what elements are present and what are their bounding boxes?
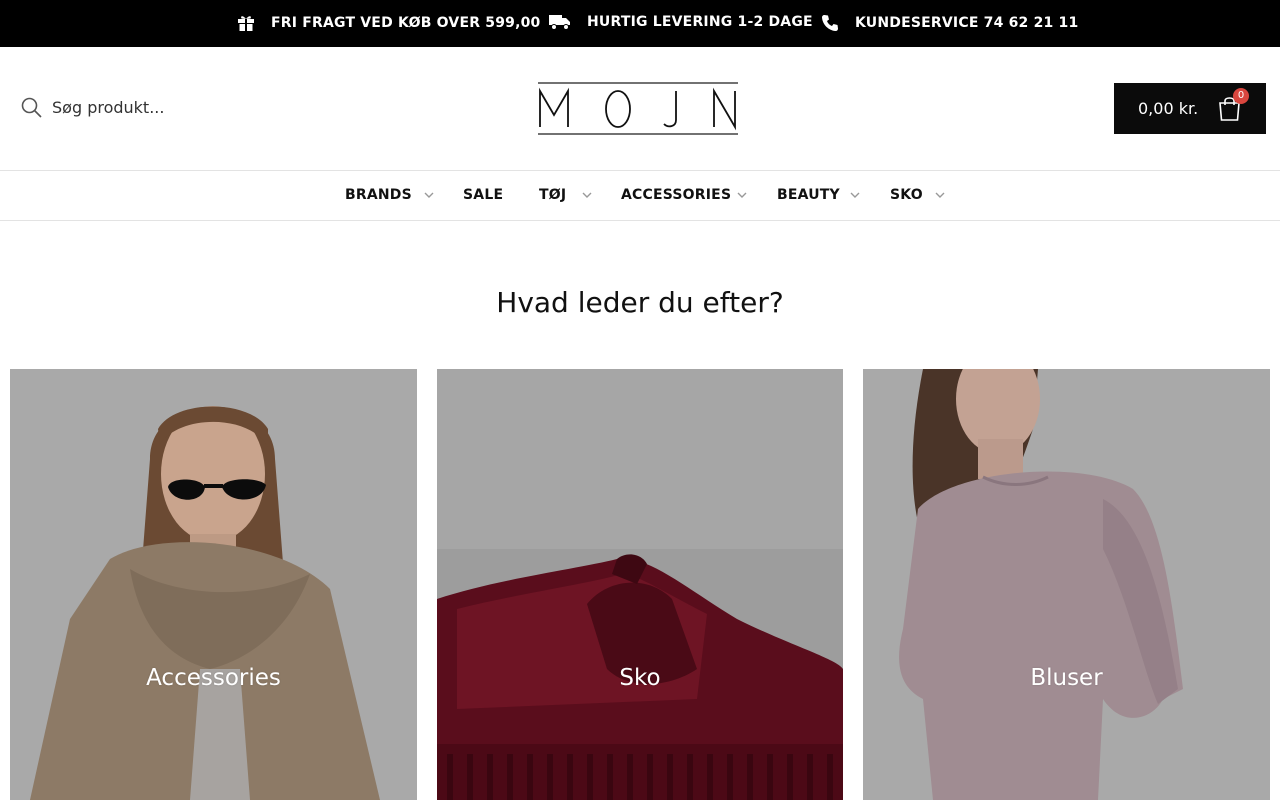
site-logo[interactable] — [538, 82, 738, 135]
nav-item-beauty[interactable]: BEAUTY — [777, 187, 840, 203]
chevron-down-icon[interactable] — [737, 192, 747, 199]
category-image — [863, 369, 1270, 800]
announcement-text: FRI FRAGT VED KØB OVER 599,00 — [271, 15, 541, 31]
chevron-down-icon[interactable] — [424, 192, 434, 199]
gift-icon — [238, 16, 254, 31]
site-header: 0,00 kr. 0 — [0, 47, 1280, 171]
chevron-down-icon[interactable] — [582, 192, 592, 199]
category-card-sko[interactable]: Sko — [437, 369, 843, 800]
announcement-fast-delivery: HURTIG LEVERING 1-2 DAGE — [549, 14, 813, 30]
category-card-bluser[interactable]: Bluser — [863, 369, 1270, 800]
announcement-customer-service[interactable]: KUNDESERVICE 74 62 21 11 — [821, 14, 1078, 32]
announcement-text: HURTIG LEVERING 1-2 DAGE — [587, 14, 813, 30]
category-card-accessories[interactable]: Accessories — [10, 369, 417, 800]
nav-item-brands[interactable]: BRANDS — [345, 187, 412, 203]
category-image — [437, 369, 843, 800]
nav-item-toj[interactable]: TØJ — [539, 187, 566, 203]
category-label: Bluser — [1030, 665, 1103, 691]
cart-amount: 0,00 kr. — [1138, 99, 1199, 118]
search-icon[interactable] — [21, 97, 42, 118]
category-label: Sko — [619, 665, 661, 691]
announcement-bar: FRI FRAGT VED KØB OVER 599,00 HURTIG LEV… — [0, 0, 1280, 47]
search-input[interactable] — [52, 98, 272, 117]
category-image — [10, 369, 417, 800]
truck-icon — [549, 15, 570, 30]
category-label: Accessories — [146, 665, 281, 691]
cart-count-badge: 0 — [1233, 88, 1249, 104]
nav-item-accessories[interactable]: ACCESSORIES — [621, 187, 731, 203]
chevron-down-icon[interactable] — [850, 192, 860, 199]
section-title: Hvad leder du efter? — [496, 286, 784, 319]
phone-icon — [822, 15, 838, 31]
search-bar[interactable] — [21, 97, 272, 118]
nav-item-sko[interactable]: SKO — [890, 187, 923, 203]
cart-button[interactable]: 0,00 kr. 0 — [1114, 83, 1266, 134]
announcement-free-shipping: FRI FRAGT VED KØB OVER 599,00 — [237, 14, 541, 32]
announcement-text: KUNDESERVICE 74 62 21 11 — [855, 15, 1079, 31]
chevron-down-icon[interactable] — [935, 192, 945, 199]
nav-item-sale[interactable]: SALE — [463, 187, 503, 203]
main-nav: BRANDS SALE TØJ ACCESSORIES BEAUTY SKO — [0, 171, 1280, 221]
